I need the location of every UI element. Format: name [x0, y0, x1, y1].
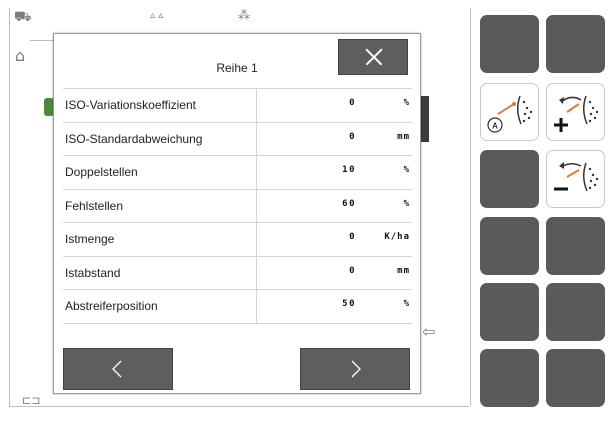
column-divider — [256, 189, 257, 222]
seeding-decrease-icon — [554, 162, 599, 192]
column-divider — [256, 223, 257, 256]
bottom-frame-line — [9, 406, 469, 407]
next-row-button[interactable] — [300, 348, 410, 390]
column-divider — [256, 156, 257, 189]
side-button-4-2[interactable] — [546, 217, 605, 275]
header-marker-icon: ▵ ▵ — [150, 10, 164, 21]
chevron-left-icon — [112, 360, 122, 378]
row-label: ISO-Standardabweichung — [65, 131, 203, 146]
row-value: 0 — [349, 232, 356, 242]
column-divider — [256, 290, 257, 323]
table-row: ISO-Standardabweichung 0 mm — [63, 122, 412, 156]
table-row: Istabstand 0 mm — [63, 256, 412, 290]
side-button-5-1[interactable] — [480, 283, 539, 341]
side-button-4-1[interactable] — [480, 217, 539, 275]
tractor-icon: ⛟ — [14, 9, 32, 25]
row-unit: % — [403, 299, 410, 309]
side-button-6-2[interactable] — [546, 349, 605, 407]
row-label: Istabstand — [65, 265, 121, 280]
column-divider — [256, 89, 257, 122]
row-label: Istmenge — [65, 232, 115, 246]
left-frame-line — [9, 8, 10, 406]
row-unit: % — [403, 165, 410, 175]
arrow-left-icon: ⇦ — [422, 322, 436, 341]
table-row: Fehlstellen 60 % — [63, 189, 412, 223]
machine-outline-icon: ⊏⊐ — [22, 394, 41, 407]
row-label: Doppelstellen — [65, 165, 138, 179]
row-value: 0 — [349, 131, 356, 142]
row-unit: mm — [397, 265, 410, 276]
row-value: 60 — [342, 198, 356, 209]
column-divider — [256, 256, 257, 289]
seeding-increase-icon — [554, 95, 599, 132]
row-label: Abstreiferposition — [65, 299, 158, 313]
table-row: Istmenge 0 K/ha — [63, 223, 412, 257]
column-divider — [256, 122, 257, 155]
row-unit: % — [403, 98, 410, 108]
side-button-3-2[interactable] — [546, 150, 605, 208]
row-label: ISO-Variationskoeffizient — [65, 98, 196, 112]
auto-seeding-icon: A — [487, 95, 533, 133]
side-button-5-2[interactable] — [546, 283, 605, 341]
home-icon: ⌂ — [15, 46, 26, 65]
side-button-2-1[interactable]: A — [480, 83, 539, 141]
row-unit: % — [403, 198, 410, 209]
seed-row-icon: ⁂ — [238, 8, 250, 22]
previous-row-button[interactable] — [63, 348, 173, 390]
close-button[interactable] — [338, 39, 408, 75]
row-unit: mm — [397, 131, 410, 142]
row-value: 10 — [342, 165, 356, 175]
chevron-right-icon — [351, 360, 361, 378]
side-button-6-1[interactable] — [480, 349, 539, 407]
side-button-1-1[interactable] — [480, 15, 539, 73]
table-row: Doppelstellen 10 % — [63, 156, 412, 190]
side-button-1-2[interactable] — [546, 15, 605, 73]
row-label: Fehlstellen — [65, 198, 124, 213]
row-value: 0 — [349, 265, 356, 276]
side-button-2-2[interactable] — [546, 83, 605, 141]
row-unit: K/ha — [384, 232, 410, 242]
terminal-screen: ⛟ ⌂ ▵ ▵ ⁂ ⇦ ⊏⊐ Reihe 1 ISO-Variationskoe… — [0, 0, 615, 421]
statistics-table: ISO-Variationskoeffizient 0 % ISO-Standa… — [63, 88, 412, 324]
row-details-dialog: Reihe 1 ISO-Variationskoeffizient 0 % IS… — [53, 33, 421, 394]
background-bar — [421, 96, 429, 142]
right-frame-line — [470, 8, 471, 406]
row-value: 0 — [349, 98, 356, 108]
side-button-3-1[interactable] — [480, 150, 539, 208]
table-row: ISO-Variationskoeffizient 0 % — [63, 88, 412, 123]
table-row: Abstreiferposition 50 % — [63, 290, 412, 324]
row-value: 50 — [342, 299, 356, 309]
svg-text:A: A — [492, 122, 498, 131]
